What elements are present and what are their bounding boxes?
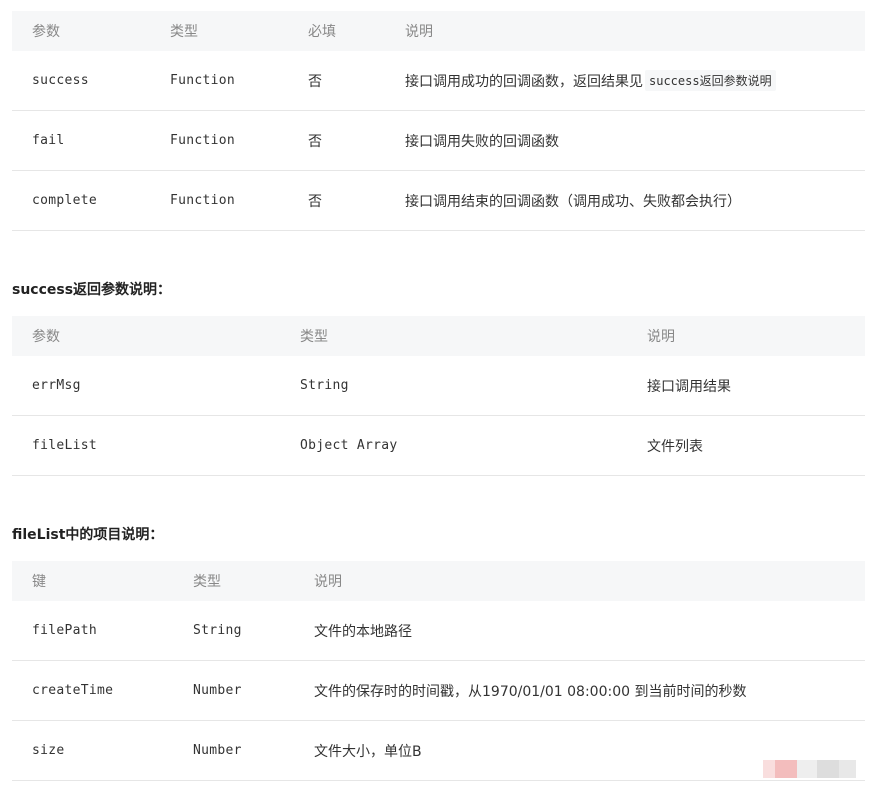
param-name: fileList [32,438,98,453]
table-row: size Number 文件大小，单位B [12,721,865,781]
item-type: Number [193,683,242,698]
watermark-block [839,760,856,778]
item-key: size [32,743,65,758]
header-required: 必填 [308,24,336,40]
success-return-title: success返回参数说明： [12,282,172,298]
param-required: 否 [308,133,322,150]
param-name: complete [32,193,98,208]
param-desc: 接口调用结果 [647,378,731,395]
watermark-block [763,760,775,778]
filelist-items-title: fileList中的项目说明： [12,527,164,543]
item-desc: 文件大小，单位B [314,743,422,760]
param-desc: 接口调用结束的回调函数（调用成功、失败都会执行） [405,193,741,210]
param-name: success [32,73,89,88]
header-type: 类型 [170,24,198,40]
param-type: Function [170,73,236,88]
param-type: Function [170,193,236,208]
table-row: complete Function 否 接口调用结束的回调函数（调用成功、失败都… [12,171,865,231]
watermark-block [797,760,817,778]
table-row: fail Function 否 接口调用失败的回调函数 [12,111,865,171]
param-type: Object Array [300,438,398,453]
success-return-table: 参数 类型 说明 errMsg String 接口调用结果 fileList O… [12,316,865,476]
table-row: fileList Object Array 文件列表 [12,416,865,476]
header-desc: 说明 [314,574,342,590]
table-header: 参数 类型 必填 说明 [12,11,865,51]
param-type: Function [170,133,236,148]
param-desc: 接口调用成功的回调函数，返回结果见 success返回参数说明 [405,51,776,110]
item-key: filePath [32,623,98,638]
params-table: 参数 类型 必填 说明 success Function 否 接口调用成功的回调… [12,11,865,231]
watermark-block [817,760,839,778]
watermark-block [775,760,797,778]
success-return-link[interactable]: success返回参数说明 [645,70,776,91]
header-type: 类型 [193,574,221,590]
item-type: Number [193,743,242,758]
header-desc: 说明 [647,329,675,345]
param-type: String [300,378,349,393]
header-desc: 说明 [405,24,433,40]
param-name: fail [32,133,65,148]
header-param: 参数 [32,329,60,345]
item-type: String [193,623,242,638]
header-key: 键 [32,574,46,590]
param-desc: 接口调用失败的回调函数 [405,133,559,150]
item-desc: 文件的本地路径 [314,623,412,640]
header-param: 参数 [32,24,60,40]
table-header: 参数 类型 说明 [12,316,865,356]
param-required: 否 [308,73,322,90]
item-key: createTime [32,683,114,698]
table-header: 键 类型 说明 [12,561,865,601]
table-row: filePath String 文件的本地路径 [12,601,865,661]
table-row: success Function 否 接口调用成功的回调函数，返回结果见 succ… [12,51,865,111]
item-desc: 文件的保存时的时间戳，从1970/01/01 08:00:00 到当前时间的秒数 [314,683,747,700]
table-row: createTime Number 文件的保存时的时间戳，从1970/01/01… [12,661,865,721]
param-required: 否 [308,193,322,210]
param-desc-text: 接口调用成功的回调函数，返回结果见 [405,73,643,90]
header-type: 类型 [300,329,328,345]
param-name: errMsg [32,378,81,393]
param-desc: 文件列表 [647,438,703,455]
blurred-watermark [763,760,856,778]
filelist-items-table: 键 类型 说明 filePath String 文件的本地路径 createTi… [12,561,865,781]
table-row: errMsg String 接口调用结果 [12,356,865,416]
